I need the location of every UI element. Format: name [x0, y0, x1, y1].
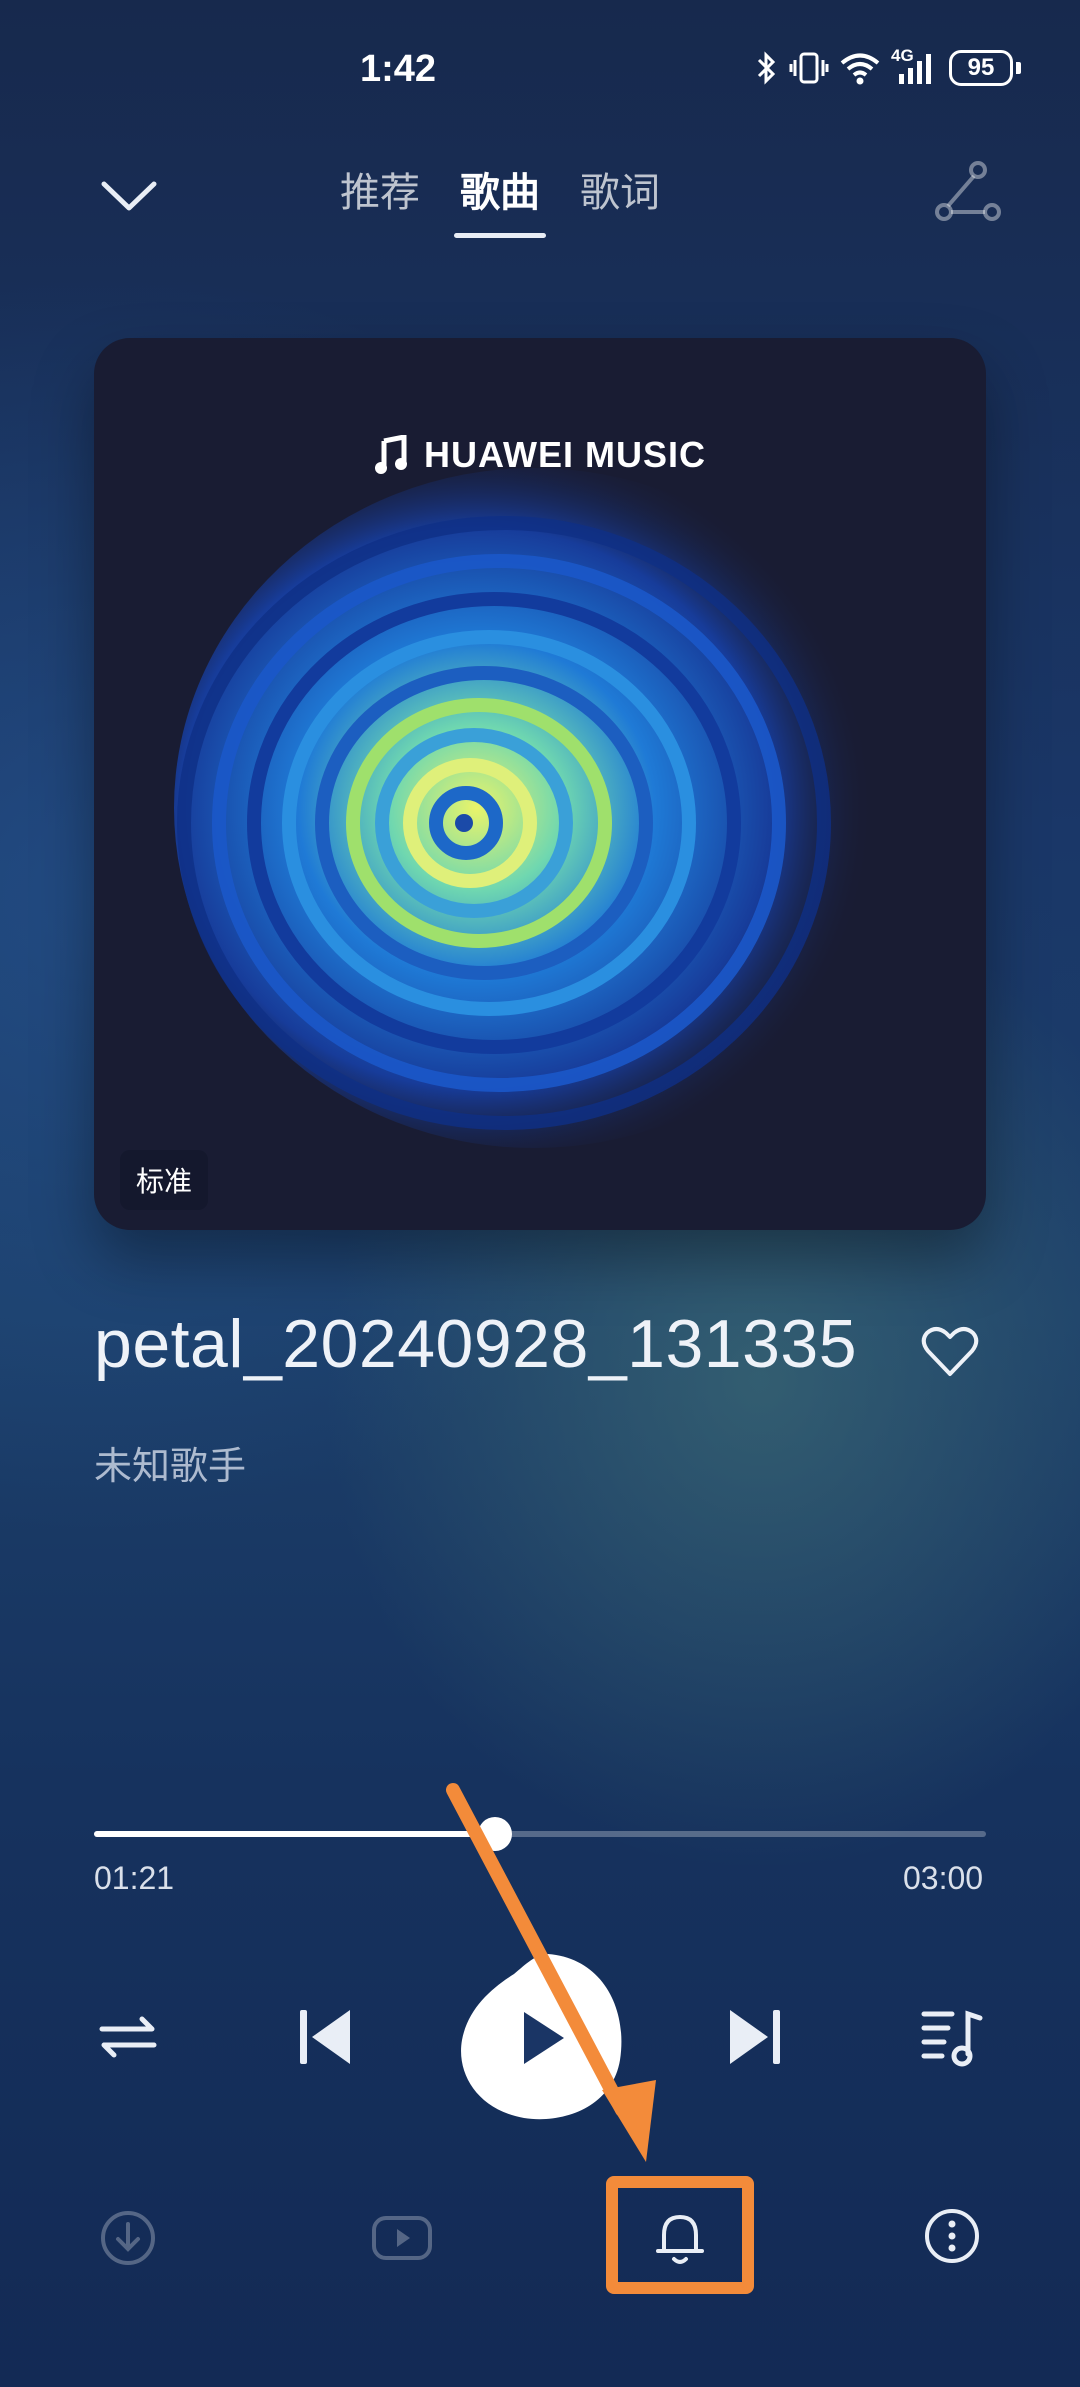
album-cover[interactable]: HUAWEI MUSIC 标准	[94, 338, 986, 1230]
wifi-icon	[840, 53, 880, 85]
next-icon	[730, 2010, 780, 2064]
download-button[interactable]	[98, 2208, 158, 2268]
heart-icon	[921, 1327, 979, 1376]
status-icons: 4G 95	[755, 46, 1021, 90]
status-time: 1:42	[360, 48, 437, 90]
repeat-button[interactable]	[96, 2007, 160, 2067]
total-time: 03:00	[903, 1860, 984, 1896]
tab-lyrics[interactable]: 歌词	[580, 160, 660, 232]
play-icon	[461, 1954, 622, 2120]
more-icon	[925, 2209, 979, 2263]
battery-icon: 95	[949, 50, 1021, 86]
progress-bar[interactable]	[94, 1817, 986, 1851]
favorite-button[interactable]	[918, 1320, 982, 1384]
vibrate-icon	[789, 52, 829, 84]
quality-badge[interactable]: 标准	[120, 1150, 209, 1210]
playlist-icon	[921, 2010, 983, 2067]
share-icon	[935, 161, 1001, 221]
music-note-icon	[375, 435, 407, 474]
chevron-down-icon	[101, 181, 157, 211]
play-button[interactable]	[452, 1948, 628, 2124]
download-icon	[101, 2211, 155, 2265]
cellular-signal-icon: 4G	[891, 46, 939, 86]
progress-handle[interactable]	[478, 1817, 513, 1851]
more-button[interactable]	[922, 2206, 982, 2266]
tab-recommend[interactable]: 推荐	[340, 160, 420, 232]
annotation-highlight-box	[606, 2176, 754, 2294]
current-time: 01:21	[94, 1860, 175, 1896]
share-button[interactable]	[932, 160, 1004, 226]
previous-button[interactable]	[296, 2004, 356, 2070]
video-button[interactable]	[370, 2210, 434, 2266]
playlist-button[interactable]	[920, 2006, 984, 2068]
collapse-button[interactable]	[96, 170, 162, 220]
brand-logo: HUAWEI MUSIC	[94, 434, 986, 476]
progress-fill	[94, 1831, 496, 1837]
header-tabs: 推荐 歌曲 歌词	[340, 160, 660, 238]
previous-icon	[300, 2010, 350, 2064]
tab-song[interactable]: 歌曲	[454, 160, 546, 238]
artist-name[interactable]: 未知歌手	[94, 1435, 246, 1490]
song-title: petal_20240928_131335	[94, 1306, 858, 1382]
brand-text: HUAWEI MUSIC	[424, 434, 706, 475]
next-button[interactable]	[724, 2004, 784, 2070]
bluetooth-icon	[757, 51, 776, 85]
video-icon	[372, 2216, 432, 2260]
battery-level: 95	[967, 54, 995, 81]
repeat-icon	[99, 2016, 157, 2058]
